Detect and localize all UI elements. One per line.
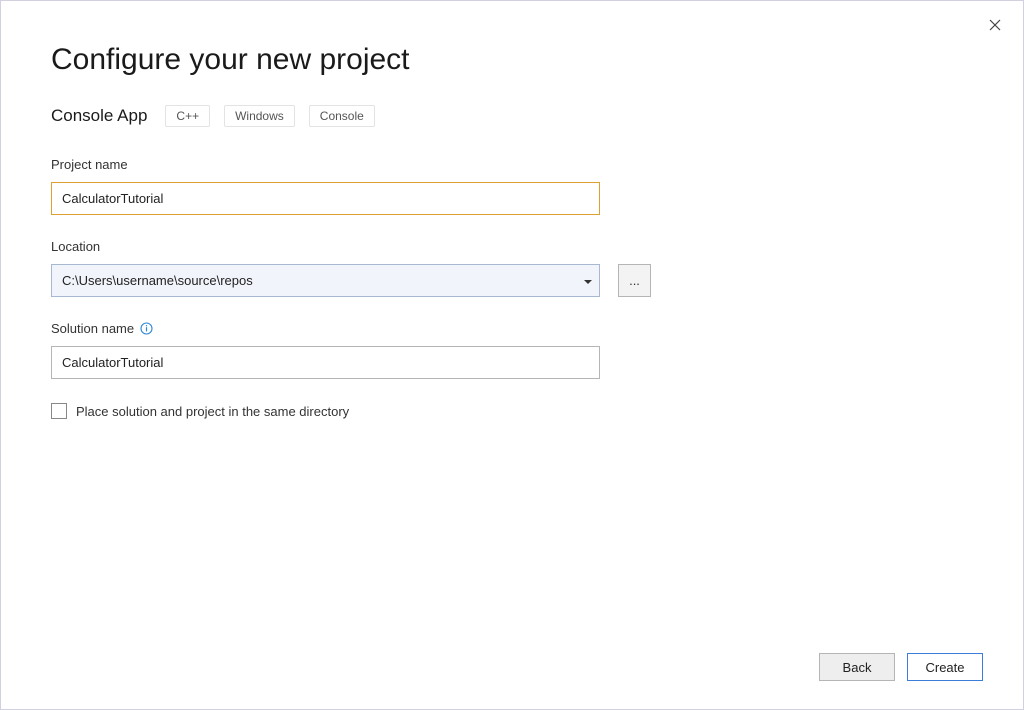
dialog-content: Configure your new project Console App C… [1, 1, 1023, 419]
template-tag: Windows [224, 105, 295, 127]
location-label: Location [51, 239, 973, 254]
solution-name-label-text: Solution name [51, 321, 134, 336]
close-button[interactable] [985, 15, 1005, 35]
back-button[interactable]: Back [819, 653, 895, 681]
same-directory-checkbox-row: Place solution and project in the same d… [51, 403, 973, 419]
location-input[interactable] [51, 264, 600, 297]
browse-location-button[interactable]: ... [618, 264, 651, 297]
dialog-footer: Back Create [819, 653, 983, 681]
same-directory-label[interactable]: Place solution and project in the same d… [76, 404, 349, 419]
solution-name-group: Solution name [51, 321, 973, 379]
template-summary: Console App C++ Windows Console [51, 105, 973, 127]
project-name-input[interactable] [51, 182, 600, 215]
close-icon [989, 19, 1001, 31]
page-title: Configure your new project [51, 43, 973, 77]
location-combo[interactable] [51, 264, 600, 297]
same-directory-checkbox[interactable] [51, 403, 67, 419]
solution-name-label: Solution name [51, 321, 973, 336]
info-icon[interactable] [140, 322, 153, 335]
template-tag: C++ [165, 105, 210, 127]
create-button[interactable]: Create [907, 653, 983, 681]
project-name-group: Project name [51, 157, 973, 215]
project-name-label: Project name [51, 157, 973, 172]
solution-name-input[interactable] [51, 346, 600, 379]
location-group: Location ... [51, 239, 973, 297]
template-tag: Console [309, 105, 375, 127]
template-name: Console App [51, 106, 147, 126]
